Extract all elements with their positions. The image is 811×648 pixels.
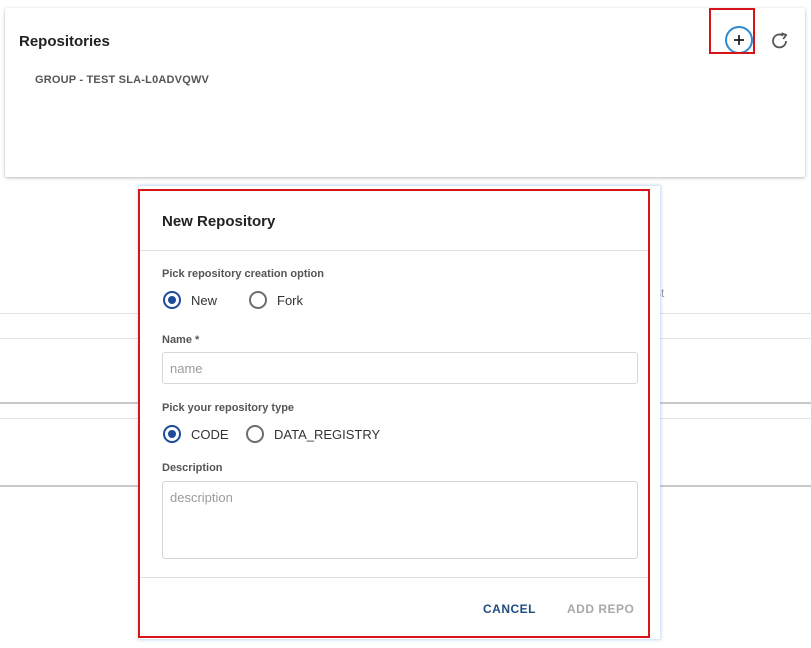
radio-data-registry-label: DATA_REGISTRY	[274, 426, 381, 442]
radio-fork-label: Fork	[277, 292, 303, 308]
radio-new-label: New	[191, 292, 218, 308]
dialog-title: New Repository	[162, 213, 276, 230]
radio-new[interactable]: New	[163, 291, 217, 309]
creation-option-label: Pick repository creation option	[162, 268, 324, 280]
add-button-highlight	[709, 8, 755, 54]
cancel-button[interactable]: CANCEL	[483, 602, 536, 616]
radio-data-registry[interactable]: DATA_REGISTRY	[246, 425, 380, 443]
repository-type-label: Pick your repository type	[162, 402, 295, 414]
refresh-button[interactable]	[769, 30, 791, 52]
repositories-panel: Repositories GROUP - TEST SLA-L0ADVQWV	[5, 8, 805, 177]
dialog-footer-divider	[139, 577, 649, 578]
add-repo-button[interactable]: ADD REPO	[567, 602, 634, 616]
radio-code-label: CODE	[191, 426, 229, 442]
page: Repositories GROUP - TEST SLA-L0ADVQWV s…	[0, 0, 811, 648]
radio-data-registry-indicator	[246, 425, 264, 443]
radio-code-indicator	[163, 425, 181, 443]
radio-fork-indicator	[249, 291, 267, 309]
dialog-header-divider	[139, 250, 649, 251]
name-input[interactable]	[162, 352, 638, 384]
refresh-icon	[772, 32, 788, 49]
name-label: Name *	[162, 334, 200, 346]
description-label: Description	[162, 462, 223, 474]
radio-fork[interactable]: Fork	[249, 291, 303, 309]
panel-title: Repositories	[19, 33, 110, 50]
description-input[interactable]	[162, 481, 638, 559]
radio-new-indicator	[163, 291, 181, 309]
new-repository-dialog: New Repository Pick repository creation …	[139, 186, 660, 639]
radio-code[interactable]: CODE	[163, 425, 229, 443]
group-label: GROUP - TEST SLA-L0ADVQWV	[35, 74, 210, 86]
